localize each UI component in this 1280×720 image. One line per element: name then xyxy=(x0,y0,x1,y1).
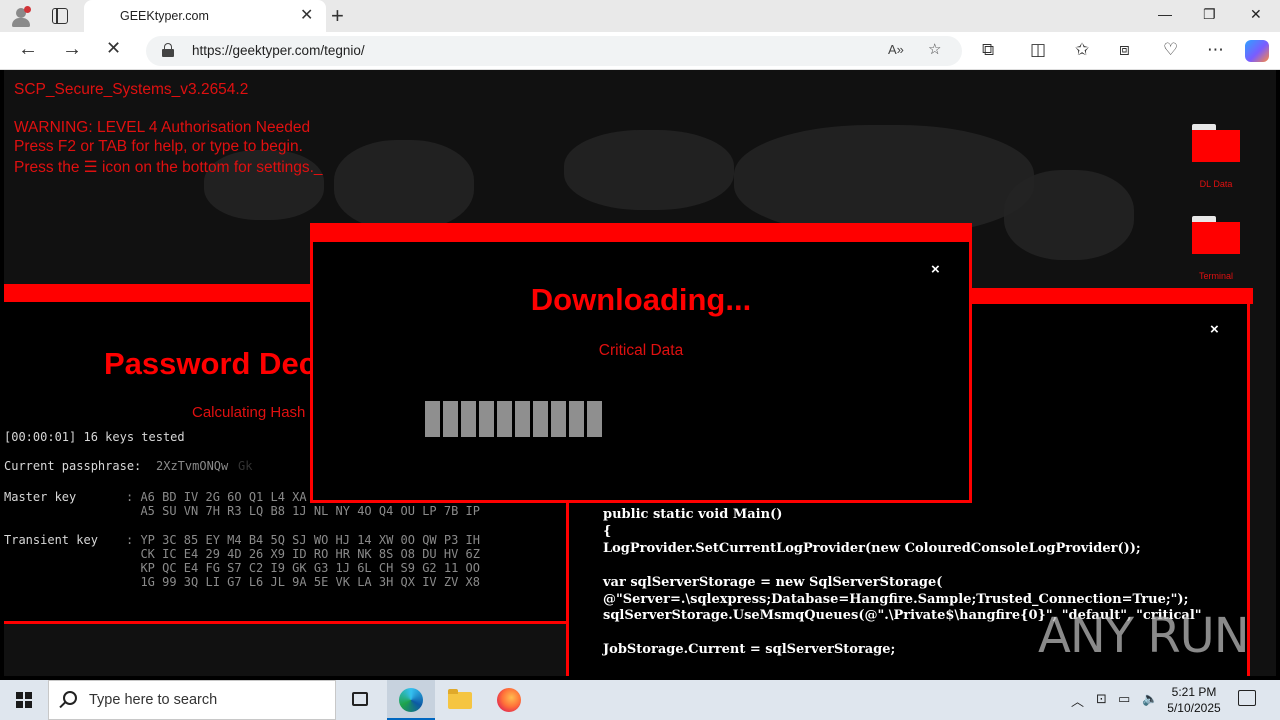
keys-tested-text: [00:00:01] 16 keys tested xyxy=(4,430,185,444)
download-progress-bar xyxy=(425,401,785,437)
more-options-icon[interactable]: ⋯ xyxy=(1207,40,1224,60)
favorites-icon[interactable]: ✩ xyxy=(1075,40,1089,60)
tab-title: GEEKtyper.com xyxy=(120,9,209,23)
search-icon xyxy=(63,691,77,705)
calculating-hash-text: Calculating Hash xyxy=(192,404,306,421)
firefox-icon[interactable] xyxy=(485,680,533,720)
minimize-button[interactable]: — xyxy=(1158,6,1172,22)
read-aloud-icon[interactable]: A» xyxy=(888,42,904,57)
extensions-icon[interactable]: ⧉ xyxy=(982,40,994,60)
master-key-label: Master key xyxy=(4,490,77,504)
clock-date: 5/10/2025 xyxy=(1167,701,1221,715)
terminal-folder-icon[interactable] xyxy=(1192,216,1240,268)
code-line: LogProvider.SetCurrentLogProvider(new Co… xyxy=(603,541,1141,556)
world-map-shape xyxy=(334,140,474,230)
show-hidden-icons-chevron-icon[interactable]: ︿ xyxy=(1071,691,1084,710)
copilot-icon[interactable] xyxy=(1245,40,1269,62)
taskbar: Type here to search ︿ ⊡ ▭ 🔈 5:21 PM 5/10… xyxy=(0,680,1280,720)
downloading-title: Downloading... xyxy=(530,282,752,317)
task-view-icon[interactable] xyxy=(337,680,385,720)
current-passphrase-value: 2XzTvmONQw xyxy=(156,459,229,473)
system-name: SCP_Secure_Systems_v3.2654.2 xyxy=(14,81,249,98)
progress-segment xyxy=(515,401,530,437)
back-icon[interactable]: ← xyxy=(18,38,38,61)
transient-key-line: CK IC E4 29 4D 26 X9 ID RO HR NK 8S O8 D… xyxy=(126,547,481,561)
file-explorer-icon[interactable] xyxy=(436,680,484,720)
progress-segment xyxy=(533,401,548,437)
anyrun-watermark: ANY RUN xyxy=(1038,608,1250,664)
forward-icon[interactable]: → xyxy=(62,38,82,61)
taskbar-search-box[interactable]: Type here to search xyxy=(48,680,336,720)
geektyper-page[interactable]: SCP_Secure_Systems_v3.2654.2 WARNING: LE… xyxy=(4,70,1276,676)
lock-icon[interactable] xyxy=(162,43,174,57)
warning-line-1: WARNING: LEVEL 4 Authorisation Needed xyxy=(14,119,311,136)
code-line: JobStorage.Current = sqlServerStorage; xyxy=(603,642,896,657)
search-placeholder: Type here to search xyxy=(89,692,218,708)
profile-icon[interactable] xyxy=(10,6,32,28)
warning-line-3: Press the ☰ icon on the bottom for setti… xyxy=(14,159,323,176)
taskbar-clock[interactable]: 5:21 PM 5/10/2025 xyxy=(1166,684,1222,716)
volume-icon[interactable]: 🔈 xyxy=(1142,691,1158,707)
favorite-star-icon[interactable]: ☆ xyxy=(928,40,941,58)
dl-data-label[interactable]: DL Data xyxy=(1176,179,1256,189)
browser-tab[interactable]: GEEKtyper.com ✕ xyxy=(84,0,326,32)
edge-taskbar-icon[interactable] xyxy=(387,680,435,720)
code-line: public static void Main() xyxy=(603,507,783,522)
world-map-shape xyxy=(1004,170,1134,260)
device-icon[interactable]: ⊡ xyxy=(1096,691,1107,707)
url-text[interactable]: https://geektyper.com/tegnio/ xyxy=(192,43,365,58)
terminal-label[interactable]: Terminal xyxy=(1176,271,1256,281)
progress-segment xyxy=(551,401,566,437)
browser-essentials-icon[interactable]: ♡ xyxy=(1163,40,1178,60)
password-window-title: Password Dec xyxy=(104,346,316,381)
code-line: { xyxy=(603,524,612,539)
modal-close-icon[interactable]: × xyxy=(931,261,940,278)
dl-data-folder-icon[interactable] xyxy=(1192,124,1240,176)
new-tab-button[interactable]: + xyxy=(331,3,344,29)
master-key-line: : A6 BD IV 2G 6O Q1 L4 XA xyxy=(126,490,307,504)
current-passphrase-faded: Gk xyxy=(238,459,253,473)
download-modal: × Downloading... Critical Data xyxy=(310,223,972,503)
stop-loading-icon[interactable]: ✕ xyxy=(106,38,121,59)
progress-segment xyxy=(569,401,584,437)
transient-key-line: 1G 99 3Q LI G7 L6 JL 9A 5E VK LA 3H QX I… xyxy=(126,575,481,589)
warning-line-2: Press F2 or TAB for help, or type to beg… xyxy=(14,138,303,155)
close-window-button[interactable]: ✕ xyxy=(1250,6,1262,23)
progress-segment xyxy=(587,401,602,437)
progress-segment xyxy=(461,401,476,437)
code-window-close-icon[interactable]: × xyxy=(1210,321,1219,338)
tab-actions-icon[interactable] xyxy=(52,8,68,24)
master-key-line: A5 SU VN 7H R3 LQ B8 1J NL NY 4O Q4 OU L… xyxy=(126,504,481,518)
restore-button[interactable]: ❐ xyxy=(1203,6,1216,23)
address-bar-row: ← → ✕ https://geektyper.com/tegnio/ A» ☆… xyxy=(0,32,1280,70)
browser-tab-bar: GEEKtyper.com ✕ + — ❐ ✕ xyxy=(0,0,1280,32)
clock-time: 5:21 PM xyxy=(1171,685,1217,699)
progress-segment xyxy=(425,401,440,437)
split-screen-icon[interactable]: ◫ xyxy=(1030,40,1046,60)
progress-segment xyxy=(443,401,458,437)
critical-data-subtitle: Critical Data xyxy=(598,342,684,359)
transient-key-line: : YP 3C 85 EY M4 B4 5Q SJ WO HJ 14 XW 0O… xyxy=(126,533,481,547)
code-line: @"Server=.\sqlexpress;Database=Hangfire.… xyxy=(603,592,1189,607)
network-icon[interactable]: ▭ xyxy=(1118,691,1130,707)
windows-start-icon[interactable] xyxy=(16,692,32,708)
collections-icon[interactable]: ⧈ xyxy=(1119,40,1130,60)
current-passphrase-label: Current passphrase: xyxy=(4,459,149,473)
notifications-icon[interactable] xyxy=(1238,690,1256,706)
transient-key-line: KP QC E4 FG S7 C2 I9 GK G3 1J 6L CH S9 G… xyxy=(126,561,481,575)
tab-close-icon[interactable]: ✕ xyxy=(300,5,313,25)
world-map-shape xyxy=(734,125,1034,235)
code-line: var sqlServerStorage = new SqlServerStor… xyxy=(603,575,943,590)
world-map-shape xyxy=(564,130,734,210)
url-field[interactable]: https://geektyper.com/tegnio/ A» ☆ xyxy=(146,36,962,66)
progress-segment xyxy=(479,401,494,437)
progress-segment xyxy=(497,401,512,437)
transient-key-label: Transient key xyxy=(4,533,98,547)
